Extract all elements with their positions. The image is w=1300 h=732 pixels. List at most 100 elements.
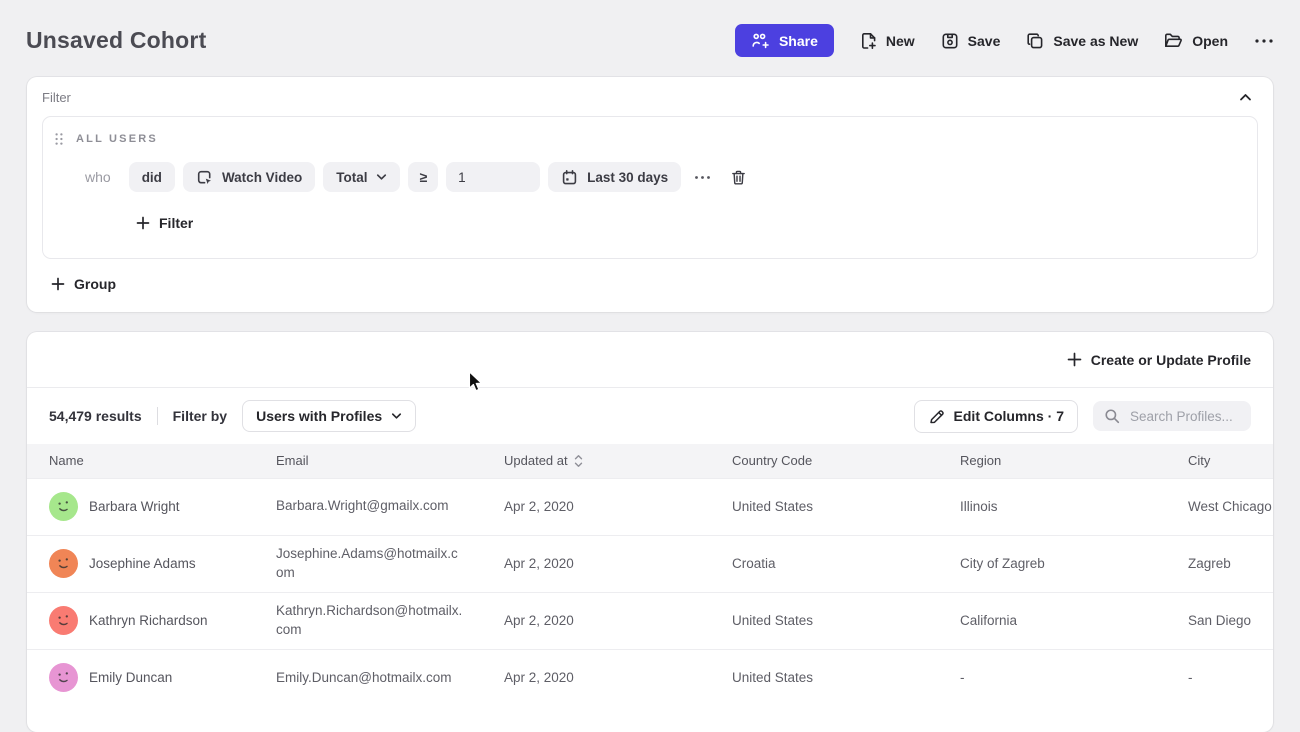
table-row[interactable]: Barbara Wright Barbara.Wright@gmailx.com… bbox=[27, 478, 1273, 535]
avatar bbox=[49, 549, 78, 578]
filter-panel-header: Filter bbox=[42, 90, 1258, 116]
pencil-icon bbox=[928, 408, 945, 425]
who-label: who bbox=[85, 169, 111, 185]
date-range-label: Last 30 days bbox=[587, 170, 668, 185]
event-label: Watch Video bbox=[222, 170, 302, 185]
profile-email: Barbara.Wright@gmailx.com bbox=[276, 478, 504, 535]
profile-filter-value: Users with Profiles bbox=[256, 408, 382, 424]
event-selector[interactable]: Watch Video bbox=[183, 162, 315, 192]
chevron-up-icon bbox=[1239, 93, 1252, 102]
search-profiles-input[interactable] bbox=[1128, 408, 1246, 425]
filter-panel-label: Filter bbox=[42, 90, 71, 105]
filter-group: ALL USERS who did Watch Video Total bbox=[42, 116, 1258, 259]
filter-panel: Filter ALL USERS wh bbox=[27, 77, 1273, 312]
delete-condition-button[interactable] bbox=[730, 169, 747, 186]
profile-city: San Diego bbox=[1188, 592, 1273, 649]
column-header-updated-at[interactable]: Updated at bbox=[504, 444, 732, 478]
profile-updated-at: Apr 2, 2020 bbox=[504, 592, 732, 649]
new-button[interactable]: New bbox=[860, 32, 915, 50]
save-label: Save bbox=[968, 33, 1001, 49]
profiles-table-body: Barbara Wright Barbara.Wright@gmailx.com… bbox=[27, 478, 1273, 706]
plus-icon bbox=[51, 277, 65, 291]
edit-columns-label: Edit Columns · 7 bbox=[954, 408, 1064, 424]
add-filter-button[interactable]: Filter bbox=[136, 215, 193, 231]
results-panel: Create or Update Profile 54,479 results … bbox=[27, 332, 1273, 732]
profiles-table-wrap: Name Email Updated at bbox=[27, 444, 1273, 706]
profile-country-code: United States bbox=[732, 649, 960, 706]
profile-name: Emily Duncan bbox=[89, 670, 172, 685]
more-actions-button[interactable] bbox=[1254, 38, 1274, 44]
profile-filter-dropdown[interactable]: Users with Profiles bbox=[242, 400, 416, 432]
drag-handle[interactable] bbox=[54, 132, 64, 146]
ellipsis-icon bbox=[1254, 38, 1274, 44]
profiles-table: Name Email Updated at bbox=[27, 444, 1273, 706]
profile-email: Kathryn.Richardson@hotmailx.com bbox=[276, 592, 504, 649]
open-button[interactable]: Open bbox=[1164, 32, 1228, 49]
sort-icon[interactable] bbox=[574, 454, 583, 468]
edit-columns-button[interactable]: Edit Columns · 7 bbox=[914, 400, 1078, 433]
plus-icon bbox=[136, 216, 150, 230]
profile-city: West Chicago bbox=[1188, 478, 1273, 535]
column-header-name[interactable]: Name bbox=[27, 444, 276, 478]
column-header-email[interactable]: Email bbox=[276, 444, 504, 478]
event-click-icon bbox=[196, 169, 213, 186]
share-label: Share bbox=[779, 33, 818, 49]
profile-email: Emily.Duncan@hotmailx.com bbox=[276, 649, 504, 706]
create-or-update-profile-label: Create or Update Profile bbox=[1091, 352, 1251, 368]
table-row[interactable]: Kathryn Richardson Kathryn.Richardson@ho… bbox=[27, 592, 1273, 649]
folder-open-icon bbox=[1164, 32, 1183, 49]
profile-email: Josephine.Adams@hotmailx.com bbox=[276, 535, 504, 592]
table-row[interactable]: Emily Duncan Emily.Duncan@hotmailx.com A… bbox=[27, 649, 1273, 706]
header-actions: Share New Save bbox=[735, 24, 1274, 57]
divider bbox=[157, 407, 158, 425]
column-header-country-code[interactable]: Country Code bbox=[732, 444, 960, 478]
add-group-label: Group bbox=[74, 276, 116, 292]
search-profiles-box bbox=[1093, 401, 1251, 431]
collapse-filter-button[interactable] bbox=[1235, 90, 1256, 105]
chevron-down-icon bbox=[376, 173, 387, 181]
results-toolbar: 54,479 results Filter by Users with Prof… bbox=[27, 388, 1273, 444]
add-group-button[interactable]: Group bbox=[51, 276, 116, 292]
save-icon bbox=[941, 32, 959, 50]
copy-icon bbox=[1026, 32, 1044, 50]
plus-icon bbox=[1067, 352, 1082, 367]
chevron-down-icon bbox=[391, 412, 402, 420]
filter-by-label: Filter by bbox=[173, 408, 227, 424]
create-or-update-profile-button[interactable]: Create or Update Profile bbox=[1067, 352, 1251, 368]
ellipsis-icon bbox=[694, 175, 711, 180]
did-label: did bbox=[142, 170, 162, 185]
avatar bbox=[49, 492, 78, 521]
did-selector[interactable]: did bbox=[129, 162, 175, 192]
aggregation-selector[interactable]: Total bbox=[323, 162, 400, 192]
column-header-city[interactable]: City bbox=[1188, 444, 1273, 478]
create-profile-row: Create or Update Profile bbox=[27, 332, 1273, 388]
profile-region: City of Zagreb bbox=[960, 535, 1188, 592]
profile-country-code: Croatia bbox=[732, 535, 960, 592]
filter-group-header: ALL USERS bbox=[43, 117, 1257, 146]
profile-region: California bbox=[960, 592, 1188, 649]
toolbar-left: 54,479 results Filter by Users with Prof… bbox=[49, 400, 416, 432]
date-range-selector[interactable]: Last 30 days bbox=[548, 162, 681, 192]
avatar bbox=[49, 606, 78, 635]
calendar-icon bbox=[561, 169, 578, 186]
column-header-region[interactable]: Region bbox=[960, 444, 1188, 478]
count-value-input[interactable] bbox=[446, 162, 540, 192]
save-button[interactable]: Save bbox=[941, 32, 1001, 50]
profile-name: Kathryn Richardson bbox=[89, 613, 208, 628]
condition-more-button[interactable] bbox=[694, 175, 711, 180]
page-header: Unsaved Cohort Share New bbox=[0, 0, 1300, 77]
open-label: Open bbox=[1192, 33, 1228, 49]
share-users-icon bbox=[751, 32, 770, 49]
save-as-new-button[interactable]: Save as New bbox=[1026, 32, 1138, 50]
operator-label: ≥ bbox=[419, 169, 427, 185]
toolbar-right: Edit Columns · 7 bbox=[914, 400, 1251, 433]
save-as-new-label: Save as New bbox=[1053, 33, 1138, 49]
profile-updated-at: Apr 2, 2020 bbox=[504, 649, 732, 706]
operator-selector[interactable]: ≥ bbox=[408, 162, 438, 192]
filter-group-title: ALL USERS bbox=[76, 133, 158, 145]
share-button[interactable]: Share bbox=[735, 24, 834, 57]
add-filter-label: Filter bbox=[159, 215, 193, 231]
profile-updated-at: Apr 2, 2020 bbox=[504, 478, 732, 535]
table-row[interactable]: Josephine Adams Josephine.Adams@hotmailx… bbox=[27, 535, 1273, 592]
new-label: New bbox=[886, 33, 915, 49]
